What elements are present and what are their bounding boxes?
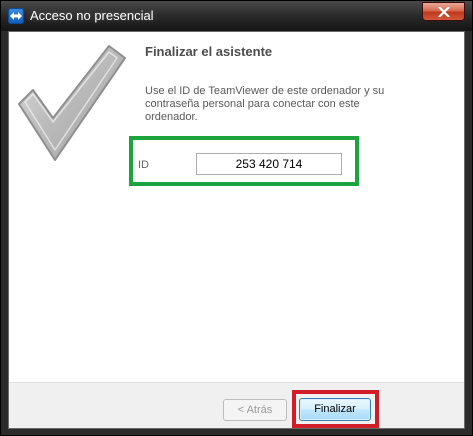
teamviewer-icon: [8, 8, 24, 24]
wizard-description: Use el ID de TeamViewer de este ordenado…: [145, 85, 385, 123]
back-button[interactable]: < Atrás: [223, 399, 287, 421]
window-title: Acceso no presencial: [30, 8, 154, 23]
wizard-content-panel: Finalizar el asistente Use el ID de Team…: [9, 32, 464, 382]
title-bar[interactable]: Acceso no presencial: [1, 1, 472, 31]
wizard-heading: Finalizar el asistente: [145, 44, 273, 59]
id-field[interactable]: 253 420 714: [196, 153, 342, 175]
id-label: ID: [138, 159, 149, 171]
finish-button[interactable]: Finalizar: [299, 398, 371, 421]
wizard-window: Acceso no presencial Finalizar el asiste…: [0, 0, 473, 436]
button-bar-separator: [9, 382, 464, 383]
wizard-client-area: Finalizar el asistente Use el ID de Team…: [8, 31, 465, 429]
checkmark-icon: [18, 45, 126, 161]
close-icon: [438, 7, 450, 17]
close-button[interactable]: [422, 2, 465, 21]
